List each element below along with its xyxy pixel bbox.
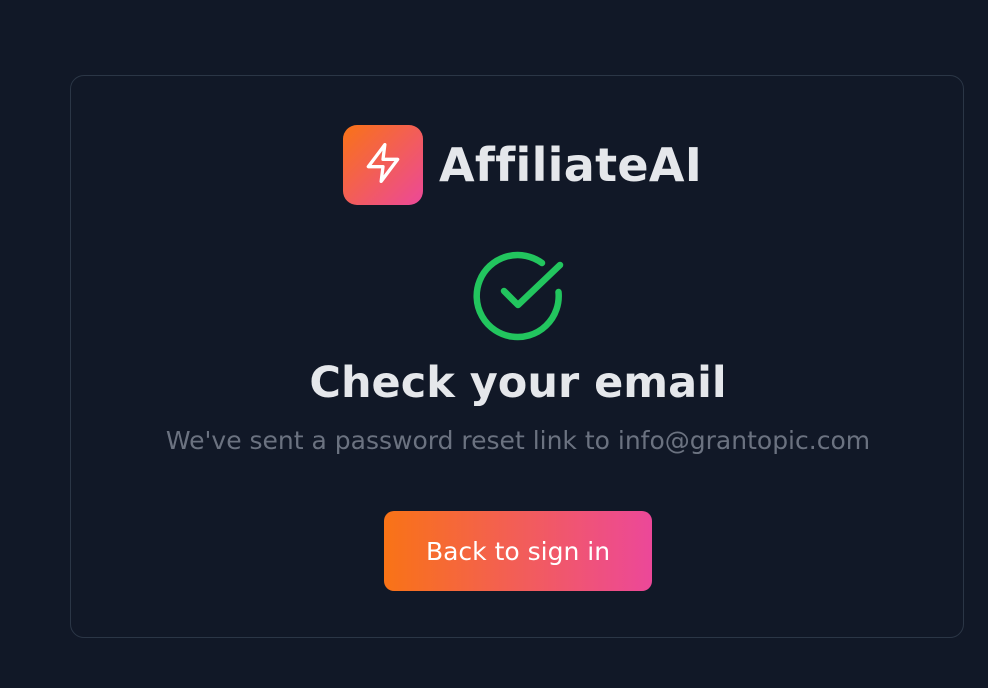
- back-to-sign-in-button[interactable]: Back to sign in: [384, 511, 652, 591]
- check-circle-icon: [470, 250, 566, 346]
- brand-name: AffiliateAI: [439, 138, 703, 192]
- lightning-bolt-icon: [361, 141, 405, 189]
- page-title: Check your email: [309, 358, 727, 408]
- brand-logo: [343, 125, 423, 205]
- brand-header: AffiliateAI: [343, 125, 702, 205]
- reset-message: We've sent a password reset link to info…: [165, 426, 871, 455]
